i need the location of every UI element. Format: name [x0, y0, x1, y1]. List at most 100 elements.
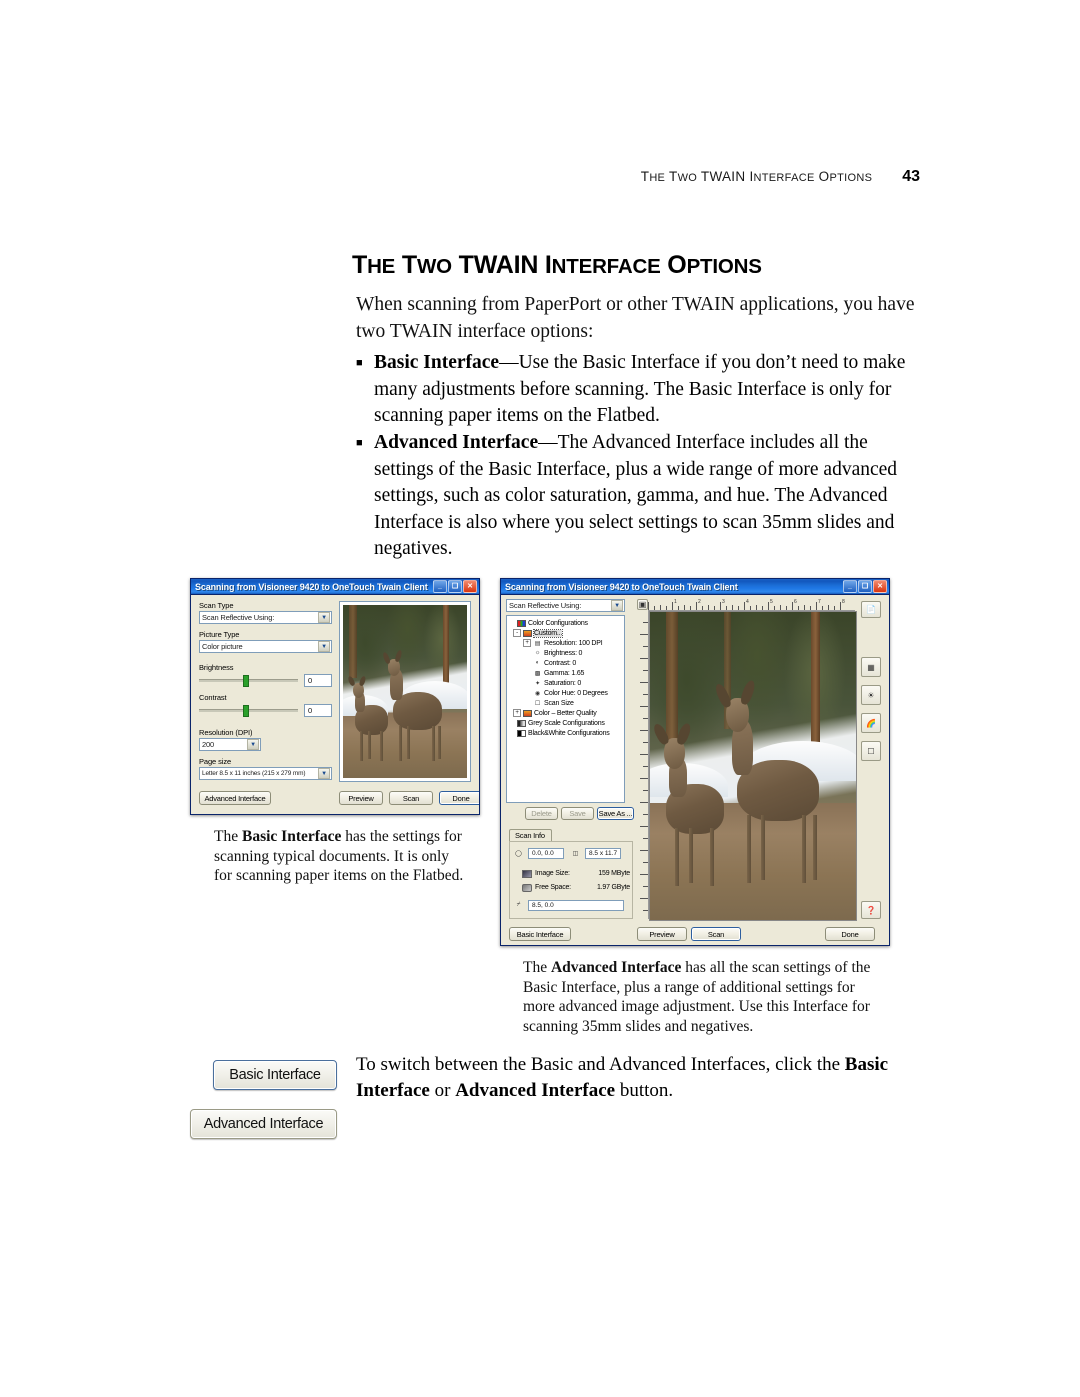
chevron-down-icon[interactable]: ▼ [318, 641, 330, 652]
scan-type-combo[interactable]: Scan Reflective Using: ▼ [199, 611, 332, 624]
basic-interface-button[interactable]: Basic Interface [509, 927, 571, 941]
advanced-dialog-titlebar[interactable]: Scanning from Visioneer 9420 to OneTouch… [501, 579, 889, 595]
image-size-value: 159 MByte [598, 870, 630, 877]
preview-pane[interactable] [339, 601, 471, 782]
advanced-dialog-title: Scanning from Visioneer 9420 to OneTouch… [505, 581, 738, 592]
caption-basic-interface: The Basic Interface has the settings for… [214, 827, 464, 886]
contrast-slider[interactable] [199, 705, 298, 717]
page-size-combo[interactable]: Letter 8.5 x 11 inches (215 x 279 mm) ▼ [199, 767, 332, 780]
brightness-contrast-icon[interactable]: ☀ [861, 685, 881, 705]
closing-paragraph: To switch between the Basic and Advanced… [356, 1052, 911, 1104]
expand-icon[interactable]: + [523, 639, 531, 647]
tree-item-gamma[interactable]: ▩ Gamma: 1.65 [509, 668, 624, 678]
color-hue-icon: ◉ [534, 690, 541, 697]
brightness-value-field[interactable]: 0 [304, 674, 332, 687]
source-combo[interactable]: Scan Reflective Using: ▼ [506, 599, 625, 612]
contrast-slider-row[interactable]: 0 [199, 704, 332, 717]
close-icon[interactable]: ✕ [463, 580, 477, 593]
bullet-basic-interface: ■ Basic Interface—Use the Basic Interfac… [356, 350, 921, 430]
preview-area[interactable]: ▣ 1 2 3 4 5 6 7 8 [637, 599, 857, 921]
done-button[interactable]: Done [825, 927, 875, 941]
advanced-interface-button[interactable]: Advanced Interface [199, 791, 271, 805]
configuration-tree[interactable]: Color Configurations - Custom... + ▤ Res… [506, 615, 625, 803]
scan-info-tab[interactable]: Scan Info [509, 829, 552, 841]
descreen-icon[interactable]: ▦ [861, 657, 881, 677]
tree-item-color-hue[interactable]: ◉ Color Hue: 0 Degrees [509, 688, 624, 698]
tree-item-custom[interactable]: - Custom... [509, 628, 624, 638]
picture-type-combo[interactable]: Color picture ▼ [199, 640, 332, 653]
gamma-icon: ▩ [534, 670, 541, 677]
contrast-value-field[interactable]: 0 [304, 704, 332, 717]
tree-item-color-configurations[interactable]: Color Configurations [509, 618, 624, 628]
tree-item-brightness[interactable]: ☼ Brightness: 0 [509, 648, 624, 658]
chevron-down-icon[interactable]: ▼ [318, 612, 330, 623]
done-button[interactable]: Done [439, 791, 479, 805]
new-config-icon[interactable]: 📄 [861, 601, 881, 618]
basic-dialog-titlebar[interactable]: Scanning from Visioneer 9420 to OneTouch… [191, 579, 479, 595]
grey-swatch-icon [517, 719, 526, 727]
bullet-basic-lead: Basic Interface [374, 352, 500, 373]
page-title: THE TWO TWAIN INTERFACE OPTIONS [352, 250, 762, 279]
basic-interface-dialog[interactable]: Scanning from Visioneer 9420 to OneTouch… [190, 578, 480, 815]
scan-type-value: Scan Reflective Using: [202, 613, 275, 622]
tree-item-contrast[interactable]: ◐ Contrast: 0 [509, 658, 624, 668]
close-icon[interactable]: ✕ [873, 580, 887, 593]
resolution-combo[interactable]: 200 ▼ [199, 738, 261, 751]
doc-basic-interface-button[interactable]: Basic Interface [213, 1060, 337, 1090]
preview-button[interactable]: Preview [637, 927, 687, 941]
custom-config-icon [523, 709, 532, 717]
collapse-icon[interactable]: - [513, 629, 521, 637]
chevron-down-icon[interactable]: ▼ [318, 768, 330, 779]
brightness-slider[interactable] [199, 675, 298, 687]
tree-item-scan-size[interactable]: ☐ Scan Size [509, 698, 624, 708]
tree-item-color-better-quality[interactable]: + Color – Better Quality [509, 708, 624, 718]
help-icon[interactable]: ❓ [861, 901, 881, 919]
expand-icon[interactable]: + [513, 709, 521, 717]
free-space-row: Free Space: 1.97 GByte [522, 882, 630, 893]
image-size-row: Image Size: 159 MByte [522, 868, 630, 879]
tree-item-label: Color Hue: 0 Degrees [544, 689, 608, 697]
intro-paragraph: When scanning from PaperPort or other TW… [356, 294, 915, 342]
save-as-config-button[interactable]: Save As ... [597, 807, 634, 820]
bullet-marker-icon: ■ [356, 437, 363, 449]
ruler-unit-toggle[interactable]: ▣ [637, 599, 648, 610]
doc-advanced-interface-button[interactable]: Advanced Interface [190, 1109, 337, 1139]
slider-thumb[interactable] [242, 705, 249, 717]
color-curve-icon[interactable]: 🌈 [861, 713, 881, 733]
tree-item-resolution[interactable]: + ▤ Resolution: 100 DPI [509, 638, 624, 648]
bullet-marker-icon: ■ [356, 357, 363, 369]
scan-button[interactable]: Scan [389, 791, 433, 805]
delete-config-button[interactable]: Delete [525, 807, 558, 820]
page-crop-icon[interactable]: ☐ [861, 741, 881, 761]
cursor-position-icon: ⌿ [516, 902, 521, 908]
tree-item-label: Brightness: 0 [544, 649, 583, 657]
tree-item-grey-scale-configurations[interactable]: Grey Scale Configurations [509, 718, 624, 728]
custom-config-icon [523, 629, 532, 637]
tree-item-saturation[interactable]: ✦ Saturation: 0 [509, 678, 624, 688]
preview-image-deer[interactable] [649, 611, 857, 921]
dimensions-icon: ◫ [572, 851, 579, 857]
scan-button[interactable]: Scan [691, 927, 741, 941]
bullet-advanced-interface: ■ Advanced Interface—The Advanced Interf… [356, 430, 921, 563]
minimize-icon[interactable]: _ [433, 580, 447, 593]
tree-item-label: Resolution: 100 DPI [544, 639, 603, 647]
image-size-label: Image Size: [535, 870, 570, 877]
caption-basic-bold: Basic Interface [241, 828, 342, 845]
chevron-down-icon[interactable]: ▼ [247, 739, 259, 750]
tree-item-label: Black&White Configurations [528, 729, 610, 737]
slider-thumb[interactable] [242, 675, 249, 687]
free-space-value: 1.97 GByte [596, 884, 630, 891]
basic-dialog-title: Scanning from Visioneer 9420 to OneTouch… [195, 581, 428, 592]
advanced-interface-dialog[interactable]: Scanning from Visioneer 9420 to OneTouch… [500, 578, 890, 946]
maximize-icon[interactable]: ❑ [448, 580, 462, 593]
source-combo-value: Scan Reflective Using: [509, 601, 582, 610]
minimize-icon[interactable]: _ [843, 580, 857, 593]
tree-item-black-white-configurations[interactable]: Black&White Configurations [509, 728, 624, 738]
maximize-icon[interactable]: ❑ [858, 580, 872, 593]
brightness-slider-row[interactable]: 0 [199, 674, 332, 687]
closing-post: button. [615, 1080, 674, 1101]
bw-swatch-icon [517, 729, 526, 737]
preview-button[interactable]: Preview [339, 791, 383, 805]
chevron-down-icon[interactable]: ▼ [611, 600, 623, 611]
save-config-button[interactable]: Save [561, 807, 594, 820]
